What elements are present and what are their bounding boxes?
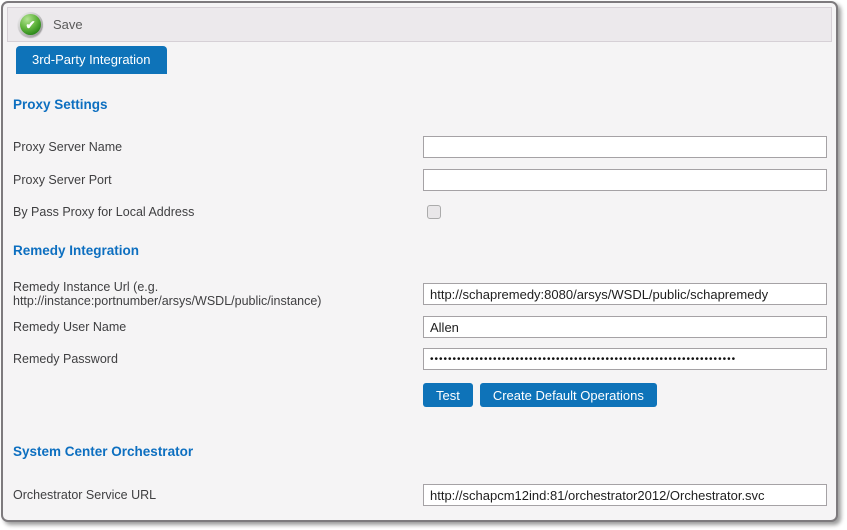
proxy-server-port-input[interactable] — [423, 169, 827, 191]
tab-3rd-party-integration[interactable]: 3rd-Party Integration — [16, 46, 167, 74]
system-center-orchestrator-heading: System Center Orchestrator — [13, 444, 193, 459]
bypass-proxy-label: By Pass Proxy for Local Address — [13, 205, 423, 219]
bypass-proxy-checkbox[interactable] — [427, 205, 441, 219]
remedy-instance-url-input[interactable] — [423, 283, 827, 305]
proxy-server-name-label: Proxy Server Name — [13, 140, 423, 154]
remedy-password-input[interactable] — [423, 348, 827, 370]
remedy-actions: Test Create Default Operations — [423, 383, 657, 407]
orchestrator-service-url-row: Orchestrator Service URL — [13, 483, 827, 507]
proxy-server-name-input[interactable] — [423, 136, 827, 158]
proxy-settings-heading: Proxy Settings — [13, 97, 108, 112]
remedy-user-name-label: Remedy User Name — [13, 320, 423, 334]
save-button[interactable]: ✔ Save — [18, 12, 83, 37]
bypass-proxy-row: By Pass Proxy for Local Address — [13, 200, 827, 224]
remedy-password-label: Remedy Password — [13, 352, 423, 366]
orchestrator-service-url-label: Orchestrator Service URL — [13, 488, 423, 502]
create-default-operations-button[interactable]: Create Default Operations — [480, 383, 657, 407]
proxy-server-port-row: Proxy Server Port — [13, 168, 827, 192]
remedy-password-row: Remedy Password — [13, 347, 827, 371]
test-button[interactable]: Test — [423, 383, 473, 407]
remedy-instance-url-row: Remedy Instance Url (e.g. http://instanc… — [13, 282, 827, 306]
save-check-icon: ✔ — [20, 14, 41, 35]
remedy-user-name-row: Remedy User Name — [13, 315, 827, 339]
proxy-server-port-label: Proxy Server Port — [13, 173, 423, 187]
remedy-integration-heading: Remedy Integration — [13, 243, 139, 258]
save-check-circle-icon: ✔ — [18, 12, 43, 37]
screenshot-stage: ✔ Save 3rd-Party Integration Proxy Setti… — [0, 0, 847, 530]
remedy-user-name-input[interactable] — [423, 316, 827, 338]
proxy-server-name-row: Proxy Server Name — [13, 135, 827, 159]
save-button-label: Save — [53, 17, 83, 32]
toolbar: ✔ Save — [7, 7, 832, 42]
orchestrator-service-url-input[interactable] — [423, 484, 827, 506]
remedy-instance-url-label: Remedy Instance Url (e.g. http://instanc… — [13, 280, 423, 308]
settings-window: ✔ Save 3rd-Party Integration Proxy Setti… — [1, 1, 838, 522]
